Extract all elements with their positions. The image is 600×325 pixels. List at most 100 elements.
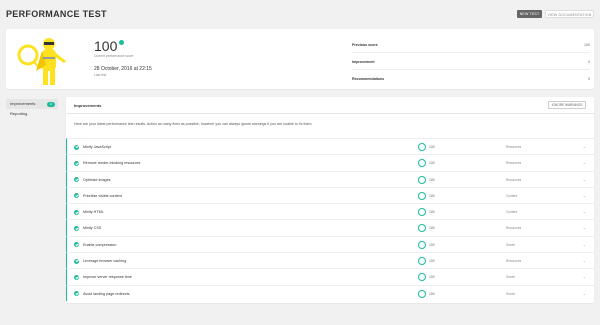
improvement-type: Resources (506, 226, 522, 231)
check-icon (74, 225, 79, 231)
list-item[interactable]: Remove render-blocking resources 100 Resou… (66, 154, 594, 171)
improvement-name: Optimize images (83, 177, 111, 182)
list-item[interactable]: Minify CSS 100 Resources ⌄ (66, 219, 594, 236)
improvement-type: Content (506, 193, 518, 198)
improvement-name: Minify CSS (83, 226, 102, 231)
improvement-type: Resources (506, 177, 522, 182)
page-title: PERFORMANCE TEST (6, 9, 107, 19)
improvement-score: 100 (429, 275, 435, 280)
list-item[interactable]: Prioritize visible content 100 Content ⌄ (66, 186, 594, 204)
improvement-score: 100 (429, 145, 435, 149)
score-ring-icon (418, 224, 426, 233)
current-score: 100 (94, 38, 118, 54)
list-item[interactable]: Minify JavaScript 100 Resources ⌄ (66, 138, 594, 155)
improvement-score: 100 (429, 210, 435, 215)
improvement-name: Minify JavaScript (83, 145, 111, 149)
score-ring-icon (418, 175, 426, 184)
stat-label: Improvement (352, 60, 375, 64)
list-item[interactable]: Avoid landing page redirects 100 Server ⌄ (66, 284, 594, 301)
improvement-type: Server (506, 275, 516, 280)
check-icon (74, 144, 79, 150)
improvement-type: Content (506, 210, 518, 215)
improvements-count-badge: 0 (47, 101, 55, 107)
stat-improvement: Improvement 0 (352, 53, 590, 70)
score-ring-icon (418, 240, 426, 249)
chevron-down-icon[interactable]: ⌄ (583, 177, 586, 182)
chevron-down-icon[interactable]: ⌄ (583, 258, 586, 263)
improvement-type: Resources (506, 145, 522, 149)
stat-value: 0 (588, 77, 590, 81)
improvement-name: Prioritize visible content (83, 193, 122, 198)
list-item[interactable]: Leverage browser caching 100 Resources ⌄ (66, 252, 594, 269)
sidebar-item-label: Improvements (10, 101, 36, 106)
improvement-type: Resources (506, 161, 522, 166)
stat-label: Previous score (352, 43, 378, 47)
sidebar-item-improvements[interactable]: Improvements 0 (6, 99, 58, 109)
improvements-list: Minify JavaScript 100 Resources ⌄ Remove ren… (66, 138, 594, 301)
check-icon (74, 177, 79, 183)
check-icon (74, 258, 79, 264)
summary-box: 100 Current performance score 28 October… (6, 29, 594, 89)
improvement-score: 100 (429, 242, 435, 247)
chevron-down-icon[interactable]: ⌄ (583, 291, 586, 296)
check-icon (74, 160, 79, 166)
improvement-score: 100 (429, 193, 435, 198)
check-icon (74, 193, 79, 199)
sidebar-nav: Improvements 0 Reporting (6, 99, 58, 119)
stat-label: Recommendations (352, 77, 385, 81)
score-ring-icon (418, 273, 426, 282)
improvement-score: 100 (429, 177, 435, 182)
list-item[interactable]: Minify HTML 100 Content ⌄ (66, 203, 594, 220)
list-item[interactable]: Improve server response time 100 Server ⌄ (66, 268, 594, 285)
last-test-label: Last test (94, 73, 107, 77)
chevron-down-icon[interactable]: ⌄ (583, 160, 586, 165)
score-ring-icon (418, 257, 426, 266)
improvement-type: Resources (506, 259, 522, 264)
sidebar-item-reporting[interactable]: Reporting (6, 109, 58, 119)
last-test-date: 28 October, 2016 at 22:15 (94, 66, 152, 72)
improvement-name: Remove render-blocking resources (83, 161, 141, 166)
chevron-down-icon[interactable]: ⌄ (583, 209, 586, 214)
sidebar-item-label: Reporting (10, 111, 28, 116)
improvement-name: Minify HTML (83, 210, 104, 215)
panel-header: Improvements IGNORE WARNINGS (66, 97, 594, 114)
chevron-down-icon[interactable]: ⌄ (583, 144, 586, 149)
improvement-name: Enable compression (83, 242, 117, 247)
chevron-down-icon[interactable]: ⌄ (583, 193, 586, 198)
score-ring-icon (418, 143, 426, 151)
chevron-down-icon[interactable]: ⌄ (583, 242, 586, 247)
chevron-down-icon[interactable]: ⌄ (583, 274, 586, 279)
stat-recommendations: Recommendations 0 (352, 70, 590, 87)
improvement-name: Leverage browser caching (83, 259, 127, 264)
list-item[interactable]: Enable compression 100 Server ⌄ (66, 235, 594, 253)
list-item[interactable]: Optimize images 100 Resources ⌄ (66, 170, 594, 187)
chevron-down-icon[interactable]: ⌄ (583, 225, 586, 230)
improvement-score: 100 (429, 291, 435, 296)
improvement-score: 100 (429, 161, 435, 166)
improvement-name: Avoid landing page redirects (83, 291, 130, 296)
new-test-button[interactable]: NEW TEST (517, 10, 542, 18)
stat-value: 0 (588, 60, 590, 64)
check-icon (74, 242, 79, 248)
check-icon (74, 291, 79, 297)
improvement-type: Server (506, 291, 516, 296)
score-ring-icon (418, 289, 426, 298)
improvement-score: 100 (429, 226, 435, 231)
view-documentation-button[interactable]: VIEW DOCUMENTATION (545, 10, 594, 18)
panel-title: Improvements (74, 103, 102, 108)
improvement-score: 100 (429, 259, 435, 264)
score-ring-icon (418, 208, 426, 217)
check-icon (74, 209, 79, 215)
stat-value: 100 (584, 43, 590, 47)
panel-intro-text: Here are your latest performance test re… (74, 122, 313, 126)
check-icon (74, 274, 79, 280)
score-check-icon (119, 40, 124, 45)
improvement-type: Server (506, 242, 516, 247)
score-ring-icon (418, 191, 426, 200)
score-ring-icon (418, 159, 426, 168)
stat-previous-score: Previous score 100 (352, 36, 590, 53)
improvement-name: Improve server response time (83, 275, 132, 280)
score-label: Current performance score (94, 54, 134, 58)
ignore-warnings-button[interactable]: IGNORE WARNINGS (548, 101, 586, 109)
superhero-mascot-icon (17, 38, 66, 85)
